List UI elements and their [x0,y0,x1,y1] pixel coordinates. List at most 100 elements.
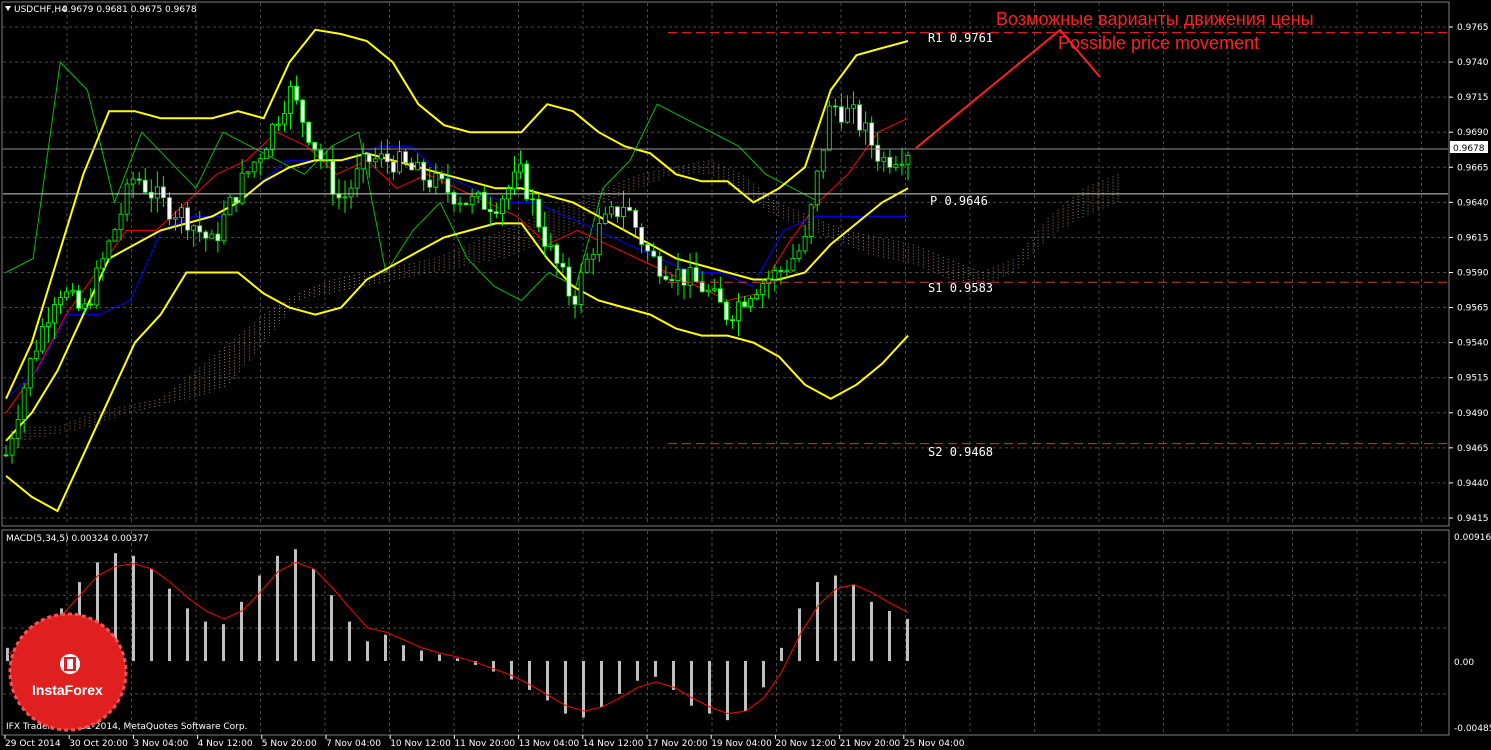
candle-body [839,106,844,123]
candle-body [257,158,263,163]
candle-body [360,153,366,170]
macd-bar [366,641,369,661]
time-tick-label: 21 Nov 20:00 [840,739,901,749]
time-tick-label: 25 Nov 04:00 [904,739,965,749]
chart-canvas[interactable]: USDCHF,H4 0.9679 0.9681 0.9675 0.9678 Во… [0,0,1491,750]
chart-window[interactable]: USDCHF,H4 0.9679 0.9681 0.9675 0.9678 Во… [0,0,1491,750]
candle-body [832,105,838,108]
macd-histogram [6,549,909,721]
candle-body [130,178,136,185]
candle-body [366,153,372,163]
svg-text:0.9678: 0.9678 [1453,144,1485,154]
candle-body [845,107,850,123]
candle-body [512,171,517,190]
time-tick-label: 19 Nov 04:00 [711,739,772,749]
macd-bar [618,661,621,694]
candle-body [639,226,645,245]
candle-body [493,211,499,214]
candle-body [621,206,626,217]
macd-axis-bottom: -0.00485 [1454,724,1491,734]
candle-body [651,250,657,257]
logo-text: InstaForex [32,682,103,698]
candle-body [227,196,233,216]
time-tick-label: 7 Nov 04:00 [326,739,381,749]
candle-body [857,104,862,131]
macd-bar [726,661,729,721]
candle-body [602,213,608,224]
candle-body [203,231,209,239]
candle-body [70,290,75,293]
macd-bar [132,555,135,661]
price-tick-label: 0.9590 [1457,268,1489,278]
candle-body [427,179,433,188]
candle-body [796,250,802,259]
candle-body [148,191,154,199]
candle-body [88,303,94,306]
macd-bar [600,661,603,708]
candles [3,75,911,464]
symbol-label: USDCHF,H4 [14,5,67,15]
macd-bar [744,661,747,711]
candle-body [27,358,33,389]
annotation-ru: Возможные варианты движения цены [996,9,1314,29]
candle-body [608,206,614,215]
candle-body [233,196,239,204]
candle-body [596,223,602,255]
candle-body [433,173,439,188]
candle-body [348,187,354,198]
candle-body [124,183,130,215]
bollinger-middle [5,152,909,442]
candle-body [645,244,651,252]
candle-body [106,240,112,260]
candle-body [705,289,711,293]
candle-body [142,179,148,193]
candle-body [160,186,166,199]
candle-body [572,295,578,305]
candle-body [633,209,638,228]
instaforex-logo: InstaForex [8,612,128,732]
candle-body [167,197,172,220]
candle-body [439,173,445,180]
candle-body [748,298,754,307]
candle-body [100,258,106,269]
candle-body [518,163,523,173]
candle-body [681,268,687,286]
candle-body [481,191,487,210]
candle-body [185,207,191,231]
candle-body [723,301,729,321]
candle-body [790,258,796,271]
candle-body [197,225,203,233]
macd-bar [168,588,171,661]
candle-body [3,454,9,457]
macd-bar [762,661,765,688]
candle-body [397,151,402,173]
time-tick-label: 17 Nov 20:00 [647,739,708,749]
annotation-en: Possible price movement [1058,33,1259,53]
candle-body [766,278,772,285]
candle-body [179,207,184,219]
macd-axis-top: 0.00916 [1454,533,1491,543]
candle-body [615,206,620,217]
candle-body [221,214,227,242]
candle-body [64,291,69,298]
macd-bar [906,618,909,661]
candle-body [548,244,554,247]
candle-body [300,99,306,123]
candle-body [136,178,142,181]
macd-bar [402,645,405,661]
candle-body [384,153,390,163]
macd-bar [672,661,675,690]
price-tick-label: 0.9615 [1457,233,1489,243]
candle-body [421,161,427,181]
logo-emblem-icon [60,654,80,674]
candle-body [657,255,663,277]
candle-body [112,229,118,242]
candle-body [584,258,590,273]
macd-bar [420,650,423,661]
candle-body [45,322,51,327]
candle-body [530,198,536,201]
candle-body [33,350,39,360]
candle-body [663,275,669,280]
price-tick-label: 0.9715 [1457,93,1489,103]
candle-body [487,208,493,213]
